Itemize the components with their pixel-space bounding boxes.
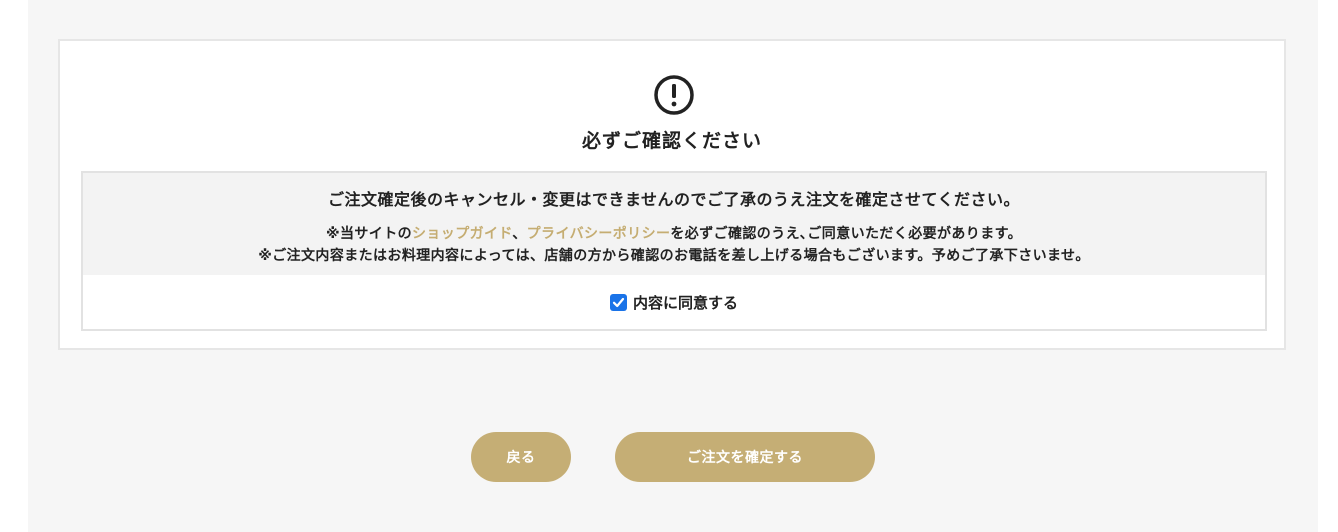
agree-checkbox[interactable] xyxy=(609,294,627,311)
confirm-order-button[interactable]: ご注文を確定する xyxy=(615,432,875,482)
policy-notice: ※当サイトのショップガイド、プライバシーポリシーを必ずご確認のうえ､ご同意いただ… xyxy=(83,223,1265,243)
shop-guide-link[interactable]: ショップガイド xyxy=(412,226,512,242)
agreement-row: 内容に同意する xyxy=(83,292,1265,313)
notice-title: 必ずご確認ください xyxy=(581,130,762,152)
cancellation-warning: ご注文確定後のキャンセル・変更はできませんのでご了承のうえ注文を確定させてくださ… xyxy=(327,190,1021,209)
confirmation-notice: 必ずご確認ください ご注文確定後のキャンセル・変更はできませんのでご了承のうえ注… xyxy=(58,39,1286,350)
page: 必ずご確認ください ご注文確定後のキャンセル・変更はできませんのでご了承のうえ注… xyxy=(0,0,1338,532)
policy-notice-suffix: を必ずご確認のうえ､ご同意いただく必要があります。 xyxy=(670,226,1022,242)
policy-notice-prefix: ※当サイトの xyxy=(325,226,412,242)
terms-box: ご注文確定後のキャンセル・変更はできませんのでご了承のうえ注文を確定させてくださ… xyxy=(81,171,1267,331)
phone-confirmation-notice: ※ご注文内容またはお料理内容によっては、店舗の方から確認のお電話を差し上げる場合… xyxy=(258,248,1090,264)
terms-text-area: ご注文確定後のキャンセル・変更はできませんのでご了承のうえ注文を確定させてくださ… xyxy=(83,173,1265,275)
agree-label[interactable]: 内容に同意する xyxy=(633,292,738,313)
back-button[interactable]: 戻る xyxy=(471,432,571,482)
policy-notice-separator: 、 xyxy=(512,226,527,242)
checkmark-icon xyxy=(612,297,625,308)
privacy-policy-link[interactable]: プライバシーポリシー xyxy=(527,226,671,242)
exclamation-circle-icon xyxy=(654,75,694,115)
